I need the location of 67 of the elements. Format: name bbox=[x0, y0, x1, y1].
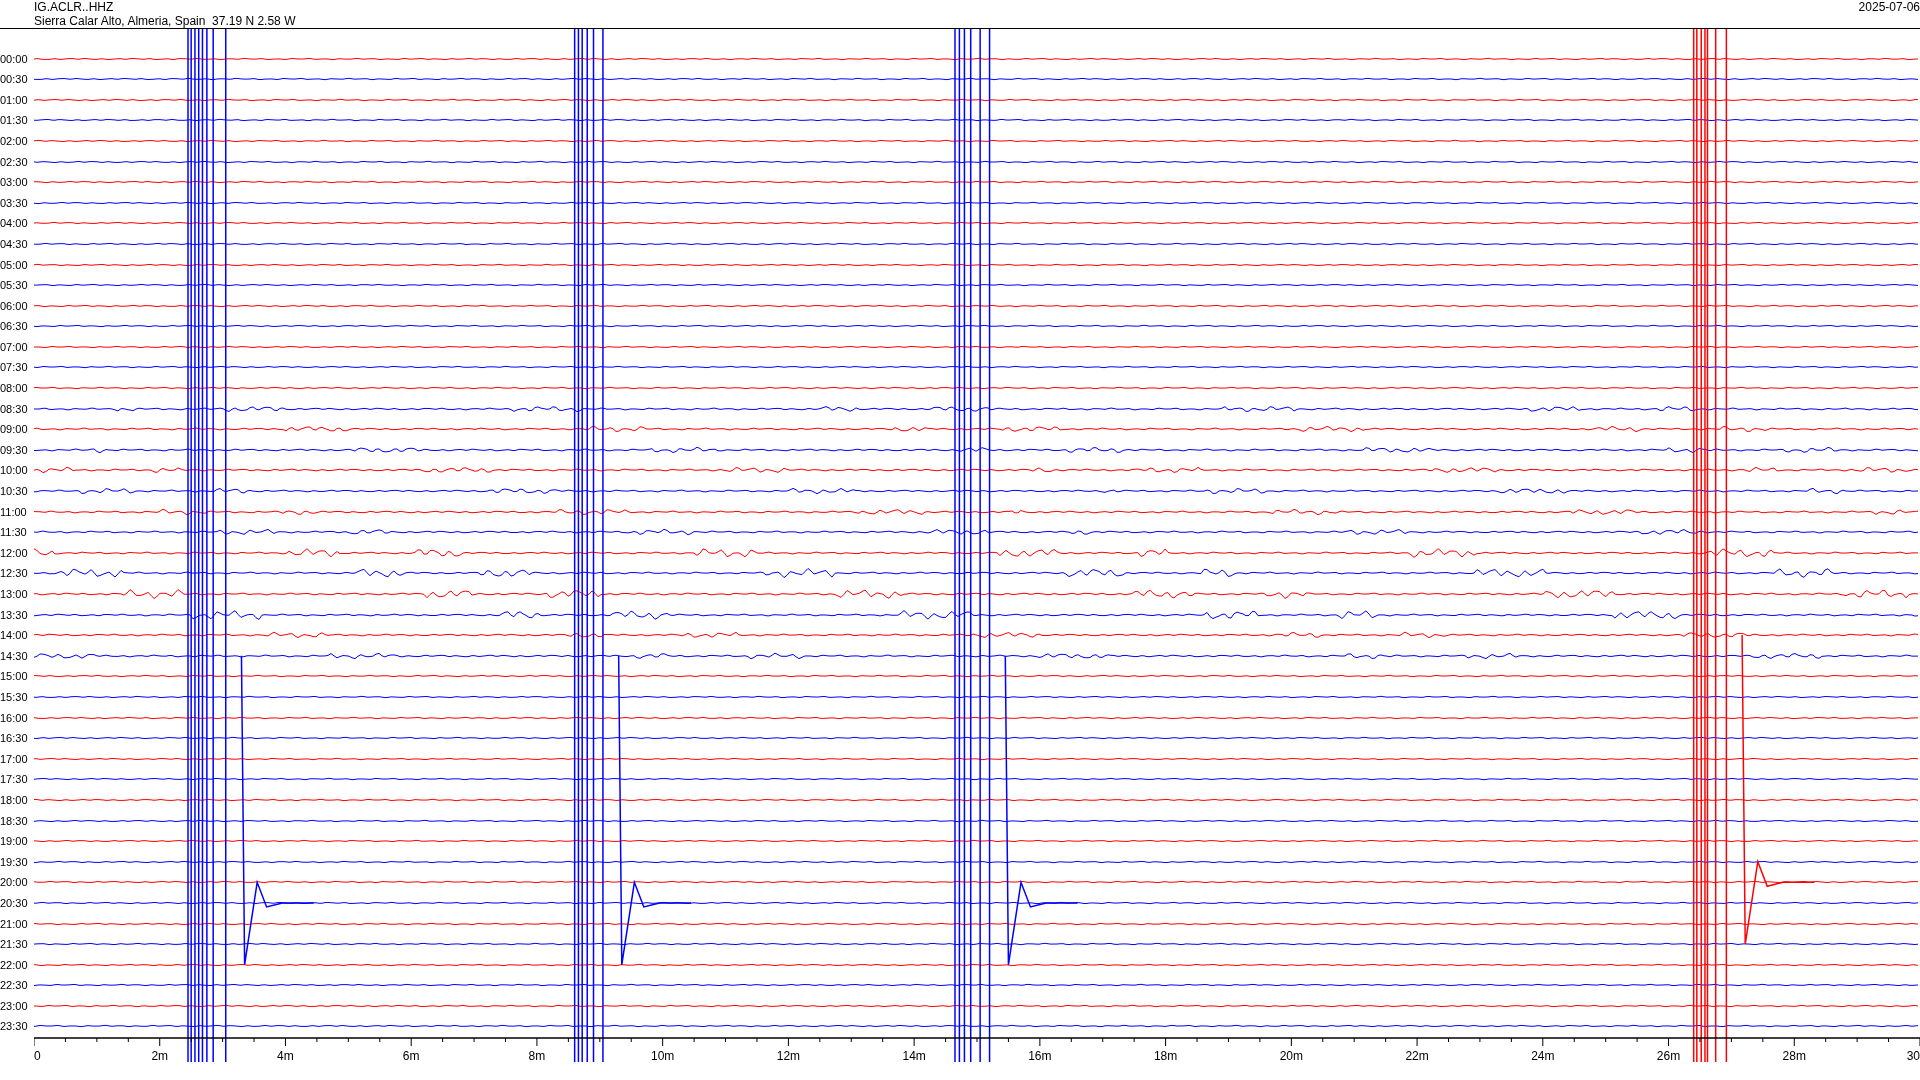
row-time-label: 01:00 bbox=[0, 93, 29, 106]
row-time-label: 02:30 bbox=[0, 155, 29, 168]
axis-tick-label: 10m bbox=[651, 1049, 675, 1064]
axis-tick-label: 24m bbox=[1531, 1049, 1555, 1064]
row-time-label: 09:00 bbox=[0, 423, 29, 436]
axis-tick-label: 30 bbox=[1906, 1049, 1920, 1064]
station-code: IG.ACLR..HHZ bbox=[34, 0, 115, 14]
axis-tick-label: 12m bbox=[776, 1049, 801, 1064]
row-time-label: 20:30 bbox=[0, 896, 29, 909]
row-time-label: 17:30 bbox=[0, 773, 29, 786]
axis-tick-label: 18m bbox=[1153, 1049, 1178, 1064]
axis-tick-label: 26m bbox=[1656, 1049, 1681, 1064]
row-time-label: 16:30 bbox=[0, 732, 29, 745]
plot-date: 2025-07-06 bbox=[1858, 0, 1920, 16]
row-time-label: 10:00 bbox=[0, 464, 29, 477]
row-time-label: 12:30 bbox=[0, 567, 29, 580]
row-time-label: 11:00 bbox=[0, 505, 28, 518]
row-time-label: 03:30 bbox=[0, 196, 29, 209]
row-time-label: 06:00 bbox=[0, 299, 29, 312]
row-time-label: 06:30 bbox=[0, 320, 29, 333]
axis-tick-label: 20m bbox=[1279, 1049, 1303, 1064]
axis-tick-label: 16m bbox=[1028, 1049, 1052, 1064]
row-time-label: 03:00 bbox=[0, 176, 29, 189]
row-time-label: 14:30 bbox=[0, 649, 29, 662]
row-time-label: 05:00 bbox=[0, 258, 29, 271]
row-time-label: 13:30 bbox=[0, 608, 29, 621]
row-time-label: 14:00 bbox=[0, 629, 29, 642]
row-time-label: 15:00 bbox=[0, 670, 29, 683]
row-time-label: 00:00 bbox=[0, 52, 29, 65]
row-time-label: 08:30 bbox=[0, 402, 29, 415]
row-time-label: 19:30 bbox=[0, 855, 29, 868]
row-time-label: 09:30 bbox=[0, 443, 29, 456]
row-time-label: 20:00 bbox=[0, 876, 29, 889]
row-time-label: 07:00 bbox=[0, 340, 29, 353]
row-time-label: 18:00 bbox=[0, 793, 29, 806]
axis-tick-label: 6m bbox=[402, 1049, 420, 1064]
row-time-label: 11:30 bbox=[0, 526, 28, 539]
row-time-label: 02:00 bbox=[0, 134, 29, 147]
axis-tick-label: 22m bbox=[1405, 1049, 1429, 1064]
row-time-label: 17:00 bbox=[0, 752, 29, 765]
row-time-label: 04:30 bbox=[0, 237, 29, 250]
row-time-label: 12:00 bbox=[0, 546, 29, 559]
axis-tick-label: 28m bbox=[1782, 1049, 1806, 1064]
row-time-label: 15:30 bbox=[0, 691, 29, 703]
row-time-label: 16:00 bbox=[0, 711, 29, 724]
axis-tick-label: 4m bbox=[277, 1049, 294, 1064]
station-location: Sierra Calar Alto, Almeria, Spain 37.19 N 2.58 W bbox=[34, 14, 296, 28]
axis-tick-label: 14m bbox=[902, 1049, 926, 1064]
row-time-label: 00:30 bbox=[0, 73, 29, 86]
row-time-label: 23:00 bbox=[0, 999, 29, 1012]
axis-tick-label: 0 bbox=[34, 1049, 41, 1064]
row-time-label: 22:00 bbox=[0, 958, 29, 971]
row-time-label: 18:30 bbox=[0, 814, 29, 827]
row-time-label: 05:30 bbox=[0, 279, 29, 292]
axis-tick-label: 2m bbox=[151, 1049, 169, 1064]
row-time-label: 21:30 bbox=[0, 938, 29, 951]
row-time-label: 21:00 bbox=[0, 917, 29, 930]
row-time-label: 04:00 bbox=[0, 217, 29, 230]
row-time-label: 19:00 bbox=[0, 835, 29, 848]
row-time-label: 01:30 bbox=[0, 114, 29, 127]
axis-tick-label: 8m bbox=[528, 1049, 546, 1064]
row-time-label: 07:30 bbox=[0, 361, 29, 374]
row-time-label: 10:30 bbox=[0, 485, 29, 498]
row-time-label: 23:30 bbox=[0, 1020, 29, 1033]
row-time-label: 22:30 bbox=[0, 979, 29, 992]
row-time-label: 08:00 bbox=[0, 382, 29, 395]
row-time-label: 13:00 bbox=[0, 588, 29, 600]
